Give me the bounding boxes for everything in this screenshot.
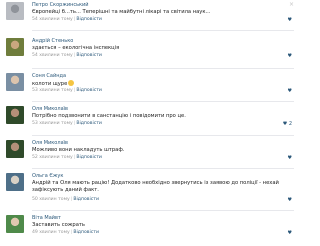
heart-icon[interactable]: ♥ [288, 197, 292, 203]
comment-item: Петро Скоржинський × Європейці б...ть...… [0, 2, 300, 30]
avatar[interactable] [6, 173, 24, 191]
reply-link[interactable]: Відповісти [73, 230, 99, 235]
comments-feed: Петро Скоржинський × Європейці б...ть...… [0, 0, 300, 246]
comment-time[interactable]: 50 хвилин тому [32, 197, 70, 202]
comment-text: Європейці б...ть... Теперішні та майбутн… [32, 9, 211, 15]
comment-author[interactable]: Оля Миколаїв [32, 140, 68, 146]
comment-meta: 53 хвилини тому|Відповісти [32, 121, 102, 126]
comment-meta: 54 хвилини тому|Відповісти [32, 17, 102, 22]
comment-author[interactable]: Оля Миколаїв [32, 106, 68, 112]
comment-author[interactable]: Соня Сайнда [32, 73, 66, 79]
comment-item: Віта Майвт Заставить сожрать 49 хвилин т… [0, 215, 300, 243]
comment-time[interactable]: 49 хвилин тому [32, 230, 70, 235]
avatar[interactable] [6, 215, 24, 233]
comment-item: Соня Сайнда колоти щуре 53 хвилини тому|… [0, 73, 300, 101]
reply-link[interactable]: Відповісти [76, 88, 102, 93]
reply-link[interactable]: Відповісти [76, 155, 102, 160]
comment-item: Оля Миколаїв Потрібно подзвонити в санст… [0, 106, 300, 134]
avatar[interactable] [6, 2, 24, 20]
comment-time[interactable]: 53 хвилини тому [32, 121, 73, 126]
divider [32, 210, 294, 211]
divider [32, 68, 294, 69]
like-count: 2 [288, 121, 292, 127]
like-button[interactable]: ♥ 2 [283, 121, 292, 127]
heart-icon: ♥ [282, 121, 288, 127]
comment-meta: 49 хвилин тому|Відповісти [32, 230, 99, 235]
comment-meta: 53 хвилини тому|Відповісти [32, 88, 102, 93]
comment-author[interactable]: Віта Майвт [32, 215, 61, 221]
comment-item: Оля Миколаїв Можливо вони накладуть штра… [0, 140, 300, 168]
avatar[interactable] [6, 73, 24, 91]
reply-link[interactable]: Відповісти [73, 197, 99, 202]
comment-author[interactable]: Ольга Єжук [32, 173, 63, 179]
reply-link[interactable]: Відповісти [76, 121, 102, 126]
divider [32, 101, 294, 102]
comment-meta: 54 хвилини тому|Відповісти [32, 53, 102, 58]
divider [32, 168, 294, 169]
comment-time[interactable]: 52 хвилини тому [32, 155, 73, 160]
comment-text-body: колоти щуре [32, 81, 68, 87]
heart-icon[interactable]: ♥ [288, 155, 292, 161]
heart-icon[interactable]: ♥ [288, 88, 292, 94]
comment-text: колоти щуре [32, 80, 294, 88]
heart-icon[interactable]: ♥ [288, 230, 292, 236]
close-icon[interactable]: × [289, 2, 294, 8]
comment-text: Можливо вони накладуть штраф. [32, 147, 125, 153]
comment-text: Потрібно подзвонити в санстанцію і повід… [32, 113, 186, 119]
avatar[interactable] [6, 140, 24, 158]
comment-time[interactable]: 53 хвилини тому [32, 88, 73, 93]
comment-time[interactable]: 54 хвилини тому [32, 53, 73, 58]
avatar[interactable] [6, 38, 24, 56]
comment-meta: 50 хвилин тому|Відповісти [32, 197, 99, 202]
reply-link[interactable]: Відповісти [76, 53, 102, 58]
heart-icon[interactable]: ♥ [288, 17, 292, 23]
divider [32, 135, 294, 136]
comment-item: Ольга Єжук Андрій та Оля мають рацію! До… [0, 173, 300, 211]
winking-face-icon [68, 80, 75, 86]
avatar[interactable] [6, 106, 24, 124]
comment-text: Андрій та Оля мають рацію! Додатково нео… [32, 180, 279, 193]
comment-text: Заставить сожрать [32, 222, 85, 228]
comment-text: здається – екологічна інспекція [32, 45, 120, 51]
reply-link[interactable]: Відповісти [76, 17, 102, 22]
heart-icon[interactable]: ♥ [288, 53, 292, 59]
comment-author[interactable]: Андрій Стенько [32, 38, 73, 44]
comment-author[interactable]: Петро Скоржинський [32, 2, 89, 8]
comment-time[interactable]: 54 хвилини тому [32, 17, 73, 22]
comment-meta: 52 хвилини тому|Відповісти [32, 155, 102, 160]
comment-item: Андрій Стенько здається – екологічна інс… [0, 38, 300, 66]
divider [32, 30, 294, 31]
